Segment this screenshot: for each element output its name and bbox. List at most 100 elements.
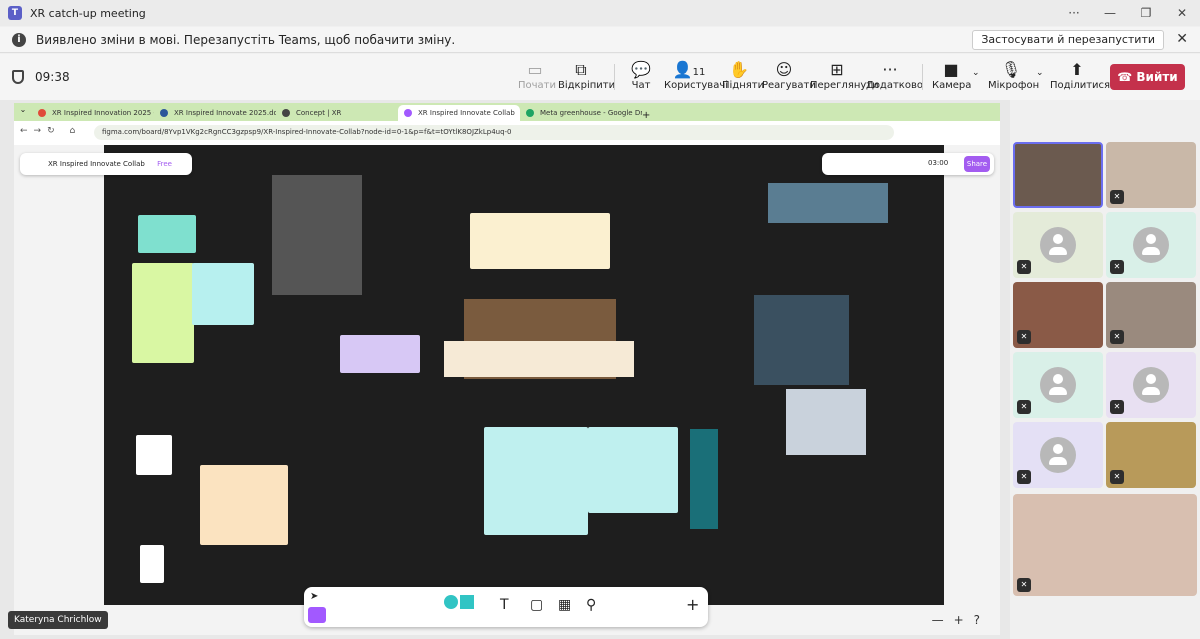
browser-tabs: ⌄ XR Inspired Innovation 2025 - C XR Ins… <box>14 103 1000 121</box>
browser-tab[interactable]: XR Inspired Innovation 2025 - C <box>32 105 154 121</box>
camera-chevron-down-icon[interactable]: ⌄ <box>972 68 980 78</box>
add-more-icon[interactable]: + <box>686 595 699 614</box>
participant-count: 11 <box>692 67 706 78</box>
chat-button[interactable]: 💬 Чат <box>628 60 654 91</box>
participant-video-tile[interactable]: ✕ <box>1106 142 1196 208</box>
mic-muted-icon: ✕ <box>1017 260 1031 274</box>
raise-hand-label: Підняти <box>722 80 765 91</box>
shared-screen: ⌄ XR Inspired Innovation 2025 - C XR Ins… <box>0 100 1010 639</box>
browser-nav-icons[interactable]: ←→↻ ⌂ <box>20 126 81 136</box>
view-button[interactable]: ⊞ Переглянути <box>810 60 879 91</box>
timer-display[interactable]: 03:00 <box>928 159 948 167</box>
circle-shape-icon[interactable] <box>444 595 458 609</box>
url-field[interactable]: figma.com/board/8Yvp1VKg2cRgnCC3gzpsp9/X… <box>94 125 894 140</box>
unpin-button[interactable]: ⧉ Відкріпити <box>558 60 615 91</box>
zoom-out-icon[interactable]: — <box>932 613 954 627</box>
info-icon: i <box>12 32 26 47</box>
square-shape-icon[interactable] <box>460 595 474 609</box>
browser-tab[interactable]: XR Inspired Innovate 2025.docx <box>154 105 276 121</box>
participant-avatar-tile[interactable]: ✕ <box>1013 422 1103 488</box>
tab-favicon-icon <box>160 109 168 117</box>
meeting-timer: 09:38 <box>35 70 70 84</box>
participant-video-tile[interactable]: ✕ <box>1106 422 1196 488</box>
participant-video-tile[interactable]: ✕ <box>1013 282 1103 348</box>
close-banner-icon[interactable]: ✕ <box>1176 31 1188 47</box>
hand-tool-icon[interactable] <box>308 607 326 623</box>
browser-tab[interactable]: Concept | XR <box>276 105 398 121</box>
board-moodboard <box>272 175 362 295</box>
tab-label: XR Inspired Innovate 2025.docx <box>174 109 276 117</box>
address-bar-row: ←→↻ ⌂ figma.com/board/8Yvp1VKg2cRgnCC3gz… <box>14 121 1000 145</box>
participant-avatar-tile[interactable]: ✕ <box>1106 212 1196 278</box>
raise-hand-button[interactable]: ✋ Підняти <box>722 60 764 91</box>
cast-label: Почати <box>518 80 556 91</box>
restore-icon[interactable]: ❐ <box>1128 0 1164 26</box>
tab-list-chevron-down-icon[interactable]: ⌄ <box>14 105 32 121</box>
share-button[interactable]: ⬆ Поділитися <box>1050 60 1110 91</box>
apply-restart-button[interactable]: Застосувати й перезапустити <box>972 30 1164 50</box>
emoji-icon: ☺ <box>775 60 793 79</box>
avatar-icon <box>1133 227 1169 263</box>
board-sticky <box>136 435 172 475</box>
camera-button[interactable]: ■ Камера <box>932 60 971 91</box>
avatar-icon <box>1040 367 1076 403</box>
board-image-group <box>768 183 888 223</box>
browser-tab[interactable]: Meta greenhouse - Google Dri <box>520 105 642 121</box>
board-sticky <box>470 213 610 269</box>
more-icon: ··· <box>882 60 898 79</box>
participant-avatar-tile[interactable]: ✕ <box>1013 212 1103 278</box>
figjam-toolbar: ➤ T ▢ ▦ ⚲ + <box>304 587 708 627</box>
mic-chevron-down-icon[interactable]: ⌄ <box>1036 68 1044 78</box>
tab-label: Concept | XR <box>296 109 342 117</box>
participant-video-tile[interactable]: ✕ <box>1106 282 1196 348</box>
board-sticky <box>138 215 196 253</box>
figma-share-button[interactable]: Share <box>964 156 990 172</box>
raise-hand-icon: ✋ <box>729 60 749 79</box>
mic-muted-icon: ✕ <box>1110 260 1124 274</box>
react-label: Реагувати <box>762 80 816 91</box>
participant-video-tile[interactable]: ✕ <box>1013 494 1197 596</box>
zoom-in-icon[interactable]: + <box>954 613 974 627</box>
camera-icon: ■ <box>943 60 959 79</box>
section-tool-icon[interactable]: ▢ <box>530 597 543 613</box>
text-tool-icon[interactable]: T <box>500 597 509 613</box>
react-button[interactable]: ☺ Реагувати <box>762 60 816 91</box>
participant-video-tile[interactable] <box>1013 142 1103 208</box>
board-image <box>786 389 866 455</box>
avatar-icon <box>1040 227 1076 263</box>
unpin-icon: ⧉ <box>575 60 587 79</box>
stamp-tool-icon[interactable]: ⚲ <box>586 597 596 613</box>
more-button[interactable]: ··· Додатково <box>866 60 923 91</box>
mic-button[interactable]: 🎙 Мікрофон <box>988 60 1039 91</box>
toolbar-divider <box>922 64 923 90</box>
people-button[interactable]: 👤11 Користувачі <box>664 60 728 91</box>
view-icon: ⊞ <box>830 60 844 79</box>
mic-label: Мікрофон <box>988 80 1040 91</box>
minimize-icon[interactable]: — <box>1092 0 1128 26</box>
mic-muted-icon: ✕ <box>1110 330 1124 344</box>
title-bar: T XR catch-up meeting ··· — ❐ ✕ <box>0 0 1200 26</box>
mic-muted-icon: ✕ <box>1110 470 1124 484</box>
leave-button[interactable]: ☎ Вийти <box>1110 64 1185 90</box>
cast-button[interactable]: ▭ Почати <box>518 60 556 91</box>
cast-icon: ▭ <box>527 60 543 79</box>
new-tab-icon[interactable]: + <box>642 110 658 121</box>
more-options-icon[interactable]: ··· <box>1056 0 1092 26</box>
file-name[interactable]: XR Inspired Innovate Collab <box>48 160 145 168</box>
zoom-controls[interactable]: —+? <box>932 613 990 627</box>
tab-label: Meta greenhouse - Google Dri <box>540 109 642 117</box>
language-change-banner: i Виявлено зміни в мові. Перезапустіть T… <box>0 27 1200 53</box>
share-controls: 03:00 Share <box>822 153 994 175</box>
teams-logo-icon: T <box>8 6 22 20</box>
participant-avatar-tile[interactable]: ✕ <box>1106 352 1196 418</box>
close-icon[interactable]: ✕ <box>1164 0 1200 26</box>
table-tool-icon[interactable]: ▦ <box>558 597 571 613</box>
share-label: Поділитися <box>1050 80 1111 91</box>
cursor-tool-icon[interactable]: ➤ <box>310 591 318 602</box>
figjam-canvas[interactable] <box>104 145 944 605</box>
help-icon[interactable]: ? <box>974 613 990 627</box>
participant-avatar-tile[interactable]: ✕ <box>1013 352 1103 418</box>
tab-favicon-icon <box>282 109 290 117</box>
mic-muted-icon: ✕ <box>1017 400 1031 414</box>
browser-tab-active[interactable]: XR Inspired Innovate Collab <box>398 105 520 121</box>
